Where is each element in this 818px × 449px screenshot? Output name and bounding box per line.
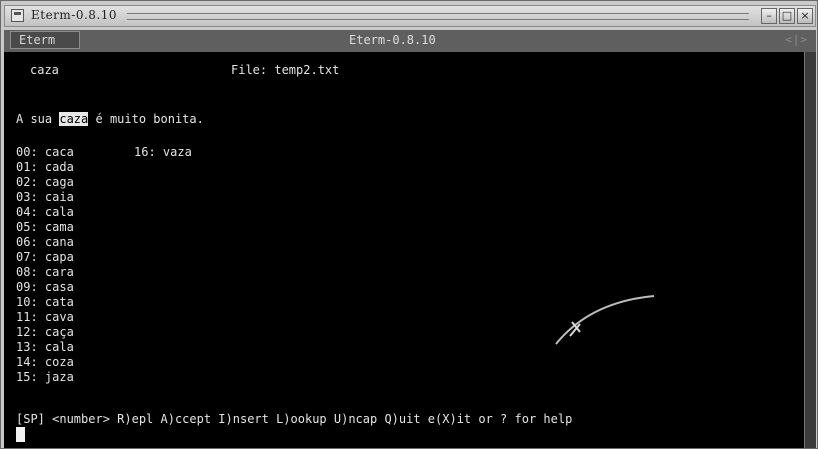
suggestion-item[interactable]: 10: cata: [16, 295, 74, 309]
suggestion-item[interactable]: 02: caga: [16, 175, 74, 189]
sentence-after: é muito bonita.: [88, 112, 204, 126]
text-cursor: [16, 427, 25, 442]
suggestion-item[interactable]: 08: cara: [16, 265, 74, 279]
suggestion-item[interactable]: 16: vaza: [134, 145, 192, 159]
tab-bar: Eterm Eterm-0.8.10 <|>: [4, 30, 816, 52]
misspelled-word-highlight: caza: [59, 112, 89, 126]
suggestion-item[interactable]: 09: casa: [16, 280, 74, 294]
file-label: File: temp2.txt: [231, 63, 340, 77]
title-bar-rule: [127, 13, 749, 20]
title-bar[interactable]: Eterm-0.8.10 – □ ×: [4, 5, 816, 27]
suggestion-item[interactable]: 01: cada: [16, 160, 74, 174]
sentence-before: A sua: [16, 112, 60, 126]
suggestion-item[interactable]: 06: cana: [16, 235, 74, 249]
eterm-window: Eterm-0.8.10 – □ × Eterm Eterm-0.8.10 <|…: [0, 0, 818, 449]
tab-scroll-arrows-icon[interactable]: <|>: [785, 33, 808, 46]
suggestion-item[interactable]: 05: cama: [16, 220, 74, 234]
maximize-icon[interactable]: □: [779, 8, 795, 24]
suggestion-item[interactable]: 14: coza: [16, 355, 74, 369]
window-menu-icon[interactable]: [11, 9, 24, 22]
terminal-area[interactable]: caza File: temp2.txt A sua caza é muito …: [4, 52, 804, 448]
current-word: caza: [30, 63, 59, 77]
suggestion-item[interactable]: 07: capa: [16, 250, 74, 264]
suggestion-item[interactable]: 15: jaza: [16, 370, 74, 384]
suggestion-item[interactable]: 03: caia: [16, 190, 74, 204]
minimize-icon[interactable]: –: [761, 8, 777, 24]
suggestion-item[interactable]: 11: cava: [16, 310, 74, 324]
suggestion-item[interactable]: 04: cala: [16, 205, 74, 219]
terminal-scrollbar[interactable]: [804, 52, 816, 448]
tab-eterm[interactable]: Eterm: [10, 31, 80, 49]
suggestion-item[interactable]: 13: cala: [16, 340, 74, 354]
window-title: Eterm-0.8.10: [31, 8, 118, 22]
suggestion-item[interactable]: 12: caça: [16, 325, 74, 339]
suggestion-item[interactable]: 00: caca: [16, 145, 74, 159]
tab-bar-title: Eterm-0.8.10: [349, 33, 436, 47]
context-sentence: A sua caza é muito bonita.: [16, 112, 204, 126]
mouse-pointer-streak: [555, 295, 655, 345]
close-icon[interactable]: ×: [797, 8, 813, 24]
help-line: [SP] <number> R)epl A)ccept I)nsert L)oo…: [16, 412, 573, 426]
